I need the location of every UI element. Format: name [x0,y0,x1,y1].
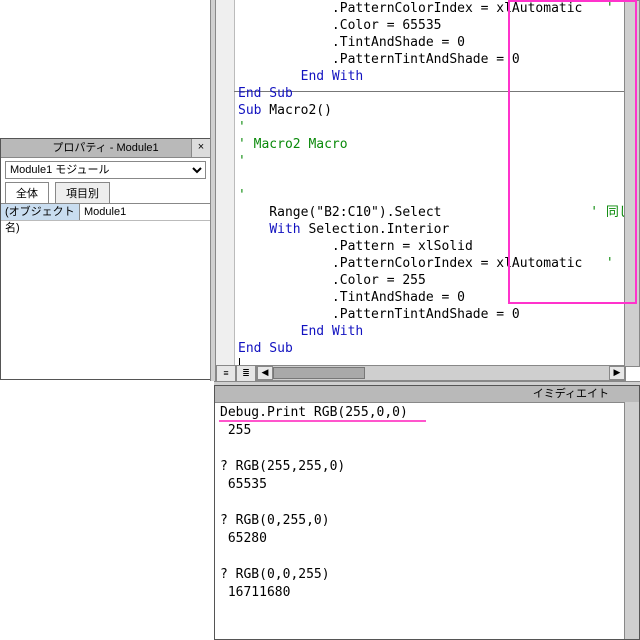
property-key: (オブジェクト名) [1,204,80,220]
properties-titlebar[interactable]: プロパティ - Module1 × [1,139,210,158]
immediate-body[interactable]: Debug.Print RGB(255,0,0) 255 ? RGB(255,2… [220,404,625,639]
full-module-view-icon[interactable]: ≣ [236,365,256,381]
scroll-right-icon[interactable]: ▶ [609,366,625,380]
code-editor[interactable]: .PatternColorIndex = xlAutomatic ' 「黄」色 … [238,0,640,363]
properties-window: プロパティ - Module1 × Module1 モジュール 全体 項目別 (… [0,138,211,380]
immediate-window: イミディエイト Debug.Print RGB(255,0,0) 255 ? R… [214,385,640,640]
vertical-scrollbar[interactable] [624,0,640,367]
tab-all[interactable]: 全体 [5,182,49,203]
scroll-left-icon[interactable]: ◀ [257,366,273,380]
property-row: (オブジェクト名) Module1 [1,203,210,220]
object-selector[interactable]: Module1 モジュール [5,161,206,179]
horizontal-scrollbar[interactable]: ◀ ▶ [256,365,626,381]
code-pane: .PatternColorIndex = xlAutomatic ' 「黄」色 … [216,0,640,381]
properties-empty-area [1,220,210,351]
tab-by-category[interactable]: 項目別 [55,182,110,203]
procedure-view-icon[interactable]: ≡ [216,365,236,381]
immediate-scrollbar[interactable] [624,402,639,639]
code-gutter [216,0,235,381]
properties-title: プロパティ - Module1 [52,142,158,154]
immediate-title: イミディエイト [533,388,609,400]
property-value[interactable]: Module1 [80,204,210,220]
scroll-thumb[interactable] [273,367,365,379]
properties-tabs: 全体 項目別 [1,182,210,203]
close-icon[interactable]: × [191,139,210,157]
immediate-titlebar[interactable]: イミディエイト [215,386,639,403]
annotation-underline [219,420,426,422]
view-mode-buttons: ≡ ≣ [216,365,256,381]
